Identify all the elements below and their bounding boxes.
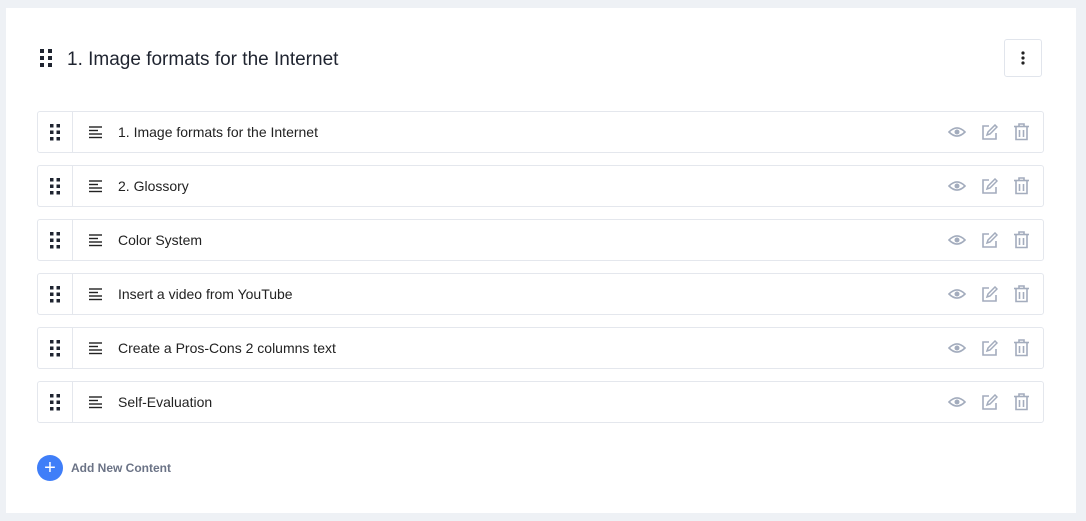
delete-button[interactable] xyxy=(1011,337,1031,359)
edit-icon xyxy=(981,339,998,356)
section-card: 1. Image formats for the Internet 1. Ima… xyxy=(6,8,1076,513)
edit-icon xyxy=(981,123,998,140)
preview-button[interactable] xyxy=(947,229,967,251)
edit-button[interactable] xyxy=(979,337,999,359)
trash-icon xyxy=(1013,393,1029,411)
preview-button[interactable] xyxy=(947,121,967,143)
trash-icon xyxy=(1013,231,1029,249)
item-label: 2. Glossory xyxy=(118,178,189,194)
list-item[interactable]: 2. Glossory xyxy=(37,165,1044,207)
text-lines-icon xyxy=(88,341,103,356)
list-item[interactable]: Self-Evaluation xyxy=(37,381,1044,423)
delete-button[interactable] xyxy=(1011,121,1031,143)
trash-icon xyxy=(1013,123,1029,141)
list-item[interactable]: 1. Image formats for the Internet xyxy=(37,111,1044,153)
more-options-button[interactable] xyxy=(1004,39,1042,77)
item-label: 1. Image formats for the Internet xyxy=(118,124,318,140)
edit-icon xyxy=(981,177,998,194)
edit-icon xyxy=(981,393,998,410)
delete-button[interactable] xyxy=(1011,391,1031,413)
delete-button[interactable] xyxy=(1011,175,1031,197)
eye-icon xyxy=(948,127,966,137)
preview-button[interactable] xyxy=(947,283,967,305)
edit-icon xyxy=(981,231,998,248)
eye-icon xyxy=(948,181,966,191)
item-label: Color System xyxy=(118,232,203,248)
trash-icon xyxy=(1013,339,1029,357)
delete-button[interactable] xyxy=(1011,229,1031,251)
preview-button[interactable] xyxy=(947,175,967,197)
eye-icon xyxy=(948,397,966,407)
drag-handle-icon[interactable] xyxy=(38,112,73,152)
eye-icon xyxy=(948,235,966,245)
edit-button[interactable] xyxy=(979,391,999,413)
edit-button[interactable] xyxy=(979,283,999,305)
text-lines-icon xyxy=(88,125,103,140)
edit-icon xyxy=(981,285,998,302)
eye-icon xyxy=(948,343,966,353)
item-label: Create a Pros-Cons 2 columns text xyxy=(118,340,336,356)
content-list: 1. Image formats for the Internet 2. Glo… xyxy=(37,111,1044,435)
edit-button[interactable] xyxy=(979,229,999,251)
section-title: 1. Image formats for the Internet xyxy=(67,49,339,70)
add-new-content-label: Add New Content xyxy=(71,461,171,475)
trash-icon xyxy=(1013,285,1029,303)
drag-handle-icon[interactable] xyxy=(39,48,53,73)
drag-handle-icon[interactable] xyxy=(38,274,73,314)
item-label: Self-Evaluation xyxy=(118,394,213,410)
preview-button[interactable] xyxy=(947,337,967,359)
eye-icon xyxy=(948,289,966,299)
drag-handle-icon[interactable] xyxy=(38,382,73,422)
plus-icon: + xyxy=(37,455,63,481)
edit-button[interactable] xyxy=(979,121,999,143)
preview-button[interactable] xyxy=(947,391,967,413)
more-vertical-icon xyxy=(1021,51,1025,65)
text-lines-icon xyxy=(88,179,103,194)
list-item[interactable]: Create a Pros-Cons 2 columns text xyxy=(37,327,1044,369)
drag-handle-icon[interactable] xyxy=(38,166,73,206)
drag-handle-icon[interactable] xyxy=(38,328,73,368)
delete-button[interactable] xyxy=(1011,283,1031,305)
item-label: Insert a video from YouTube xyxy=(118,286,293,302)
text-lines-icon xyxy=(88,395,103,410)
trash-icon xyxy=(1013,177,1029,195)
edit-button[interactable] xyxy=(979,175,999,197)
text-lines-icon xyxy=(88,233,103,248)
drag-handle-icon[interactable] xyxy=(38,220,73,260)
list-item[interactable]: Color System xyxy=(37,219,1044,261)
text-lines-icon xyxy=(88,287,103,302)
add-new-content-button[interactable]: + Add New Content xyxy=(37,455,171,481)
list-item[interactable]: Insert a video from YouTube xyxy=(37,273,1044,315)
